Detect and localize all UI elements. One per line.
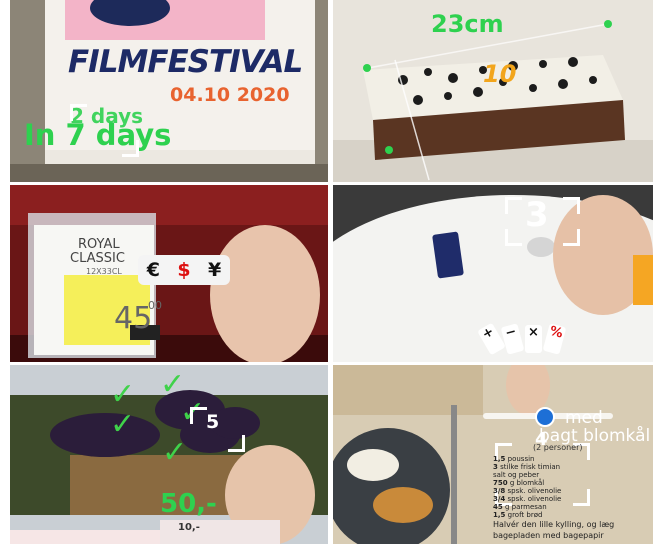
focus-corner: [122, 140, 139, 157]
ingredient-row: 1,5 groft brød: [493, 511, 561, 519]
tag-product: CLASSIC: [70, 251, 125, 266]
ingredient-row: 1,5 poussin: [493, 455, 561, 463]
ingredient-row: 3 stilke frisk timian: [493, 463, 561, 471]
ingredient-name: groft brød: [505, 511, 543, 519]
ingredient-qty: 3/8: [493, 487, 506, 495]
ingredient-name: stilke frisk timian: [497, 463, 561, 471]
focus-corner: [563, 229, 580, 246]
ingredient-name: salt og peber: [493, 471, 540, 479]
ingredient-name: spsk. olivenolie: [505, 495, 562, 503]
panel-table-count: 3 + − × %: [333, 185, 653, 362]
zoom-slider[interactable]: [483, 407, 613, 427]
focus-corner: [505, 197, 522, 214]
focus-corner: [190, 407, 207, 424]
ingredient-qty: 750: [493, 479, 508, 487]
ingredient-name: g blomkål: [507, 479, 545, 487]
ingredient-row: 750 g blomkål: [493, 479, 561, 487]
image-grid: FILMFESTIVAL 04.10 2020 In 7 days 2 days: [0, 0, 653, 544]
focus-corner: [70, 104, 87, 121]
panel-festival-poster: FILMFESTIVAL 04.10 2020 In 7 days 2 days: [10, 0, 328, 182]
focus-corner: [563, 197, 580, 214]
multiply-operator[interactable]: ×: [525, 325, 542, 353]
ingredient-qty: 45: [493, 503, 503, 511]
check-icon: ✓: [110, 407, 136, 442]
panel-recipe: med bagt blomkål 4 (2 personer) 1,5 pous…: [333, 365, 653, 544]
shelf-price: 10,-: [178, 522, 200, 533]
instructions-line2: bagepladen med bagepapir: [493, 531, 604, 540]
eggplant-count: 5: [206, 411, 220, 433]
servings: (2 personer): [533, 443, 583, 452]
tag-pack: 12X33CL: [86, 267, 122, 276]
tag-price: 45: [114, 301, 153, 336]
count-label: 3: [525, 195, 549, 235]
currency-chip[interactable]: € $ ¥: [138, 255, 230, 285]
check-icon: ✓: [162, 435, 188, 470]
ingredient-name: spsk. olivenolie: [505, 487, 562, 495]
cake-number: 10: [483, 60, 517, 88]
eggplant-price: 50,-: [160, 489, 217, 519]
poster-title: FILMFESTIVAL: [68, 44, 303, 80]
slider-thumb[interactable]: [535, 407, 555, 427]
ingredient-name: poussin: [505, 455, 535, 463]
ingredient-row: 45 g parmesan: [493, 503, 561, 511]
focus-corner: [228, 435, 245, 452]
percent-operator[interactable]: %: [542, 323, 567, 355]
ingredient-row: salt og peber: [493, 471, 561, 479]
ingredient-name: g parmesan: [502, 503, 547, 511]
minus-operator[interactable]: −: [500, 323, 525, 355]
instructions-line1: Halvér den lille kylling, og læg: [493, 520, 615, 529]
ingredient-qty: 1,5: [493, 455, 506, 463]
dollar-option[interactable]: $: [177, 259, 190, 281]
tag-brand: ROYAL: [78, 237, 120, 252]
poster-date: 04.10 2020: [170, 84, 290, 106]
ingredient-list: 1,5 poussin 3 stilke frisk timian salt og…: [493, 455, 561, 519]
ingredient-qty: 3/4: [493, 495, 506, 503]
ingredient-row: 3/4 spsk. olivenolie: [493, 495, 561, 503]
panel-eggplants: ✓ ✓ ✓ ✓ ✓ 5 50,- 10,-: [10, 365, 328, 544]
tag-price-cents: 00: [148, 299, 162, 312]
yen-option[interactable]: ¥: [208, 259, 221, 281]
operator-dial[interactable]: + − × %: [477, 322, 567, 356]
panel-cake-measure: 23cm 10: [333, 0, 653, 182]
ingredient-row: 3/8 spsk. olivenolie: [493, 487, 561, 495]
panel-price-tag: ROYAL CLASSIC 12X33CL 45 00 € $ ¥: [10, 185, 328, 362]
cake-measure-label: 23cm: [431, 10, 504, 38]
euro-option[interactable]: €: [147, 259, 160, 281]
focus-corner: [573, 489, 590, 506]
focus-corner: [505, 229, 522, 246]
ingredient-qty: 1,5: [493, 511, 506, 519]
